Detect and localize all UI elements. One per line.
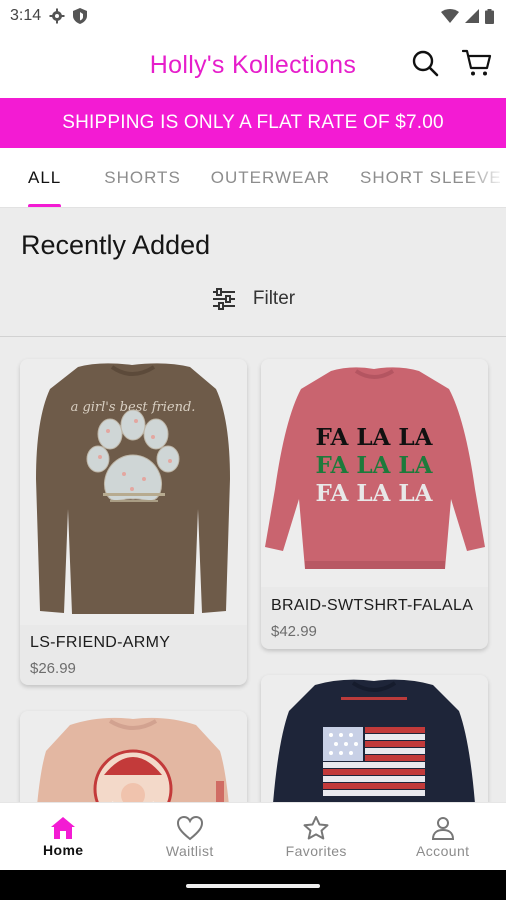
tabs-fade-overlay [466,148,506,207]
product-name: BRAID-SWTSHRT-FALALA [271,597,474,614]
shield-status-icon [73,8,88,24]
filter-icon [212,288,235,310]
heart-icon [176,815,203,840]
product-name: LS-FRIEND-ARMY [30,634,171,651]
category-tabs: ALL SHORTS OUTERWEAR SHORT SLEEVE [0,148,506,208]
santa-shirt-image [37,717,229,802]
product-price: $42.99 [271,623,317,640]
nav-favorites[interactable]: Favorites [253,803,380,870]
filter-label: Filter [252,288,296,309]
product-image [20,711,247,802]
product-image: FA LA LA FA LA LA FA LA LA [261,359,488,587]
product-card-flag[interactable] [261,675,488,802]
status-time: 3:14 [10,7,42,24]
tab-outerwear-label: OUTERWEAR [210,167,330,187]
status-right [441,8,494,24]
search-button[interactable] [410,48,440,78]
nav-home[interactable]: Home [0,803,127,870]
home-gesture-handle[interactable] [186,884,320,888]
cart-icon [462,49,492,76]
nav-favorites-label: Favorites [285,842,347,859]
star-icon [303,815,329,839]
filter-button[interactable]: Filter [0,288,506,310]
wifi-icon [441,9,459,23]
status-left: 3:14 [10,7,88,25]
nav-account-label: Account [416,842,470,859]
tab-active-indicator [28,203,62,207]
cart-button[interactable] [462,48,492,78]
settings-status-icon [49,8,65,24]
tab-all-label: ALL [28,167,62,187]
tab-shorts[interactable]: SHORTS [104,148,181,207]
product-image: a girl's best friend. [20,359,247,625]
section-title: Recently Added [21,230,211,260]
shipping-banner-text: SHIPPING IS ONLY A FLAT RATE OF $7.00 [62,112,444,133]
print-row-1: FA LA LA [316,424,434,451]
system-gesture-bar [0,870,506,900]
product-card-falala[interactable]: FA LA LA FA LA LA FA LA LA BRAID-SWTSHRT… [261,359,488,649]
print-row-3: FA LA LA [316,480,434,507]
shipping-banner: SHIPPING IS ONLY A FLAT RATE OF $7.00 [0,98,506,148]
nav-home-label: Home [43,841,84,858]
status-bar: 3:14 [0,0,506,32]
navy-flag-shirt-image [273,679,475,802]
app-bar: Holly's Kollections [0,32,506,98]
brown-longsleeve-shirt-image: a girl's best friend. [36,363,230,614]
tab-outerwear[interactable]: OUTERWEAR [210,148,330,207]
pink-sweatshirt-image: FA LA LA FA LA LA FA LA LA [265,367,485,569]
filter-divider [0,336,506,337]
print-row-2: FA LA LA [316,452,434,479]
tab-shorts-label: SHORTS [104,167,181,187]
signal-icon [465,9,479,23]
tab-all[interactable]: ALL [28,148,62,207]
home-icon [51,816,76,839]
nav-waitlist-label: Waitlist [165,842,214,859]
nav-account[interactable]: Account [380,803,506,870]
battery-icon [485,8,494,24]
product-image [261,675,488,802]
product-price: $26.99 [30,660,76,677]
account-icon [431,816,454,840]
product-card-friend-army[interactable]: a girl's best friend. LS-FRIEND-ARMY $26… [20,359,247,685]
product-list-area[interactable]: Recently Added Filter a girl's best frie… [0,208,506,802]
bottom-navigation: Home Waitlist Favorites Account [0,802,506,870]
search-icon [412,50,439,77]
nav-waitlist[interactable]: Waitlist [127,803,254,870]
product-card-santa[interactable] [20,711,247,802]
app-actions [410,48,492,78]
